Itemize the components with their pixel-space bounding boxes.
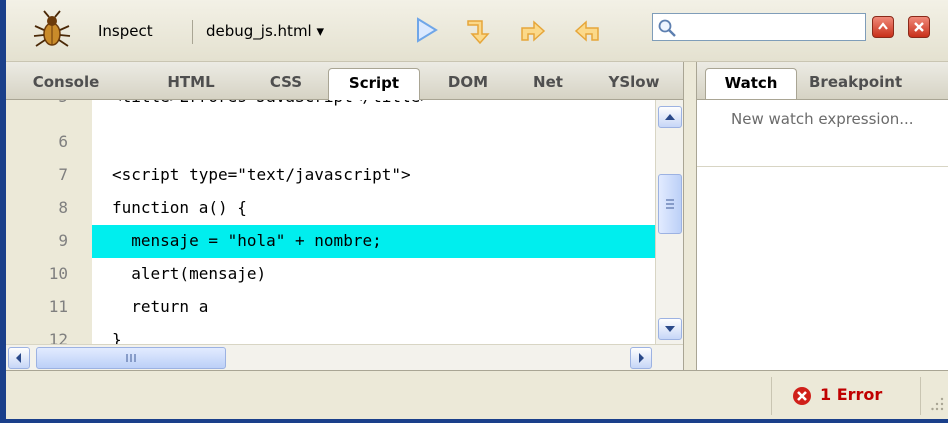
script-source-panel[interactable]: 5 <title>Errores JavaScript</title> 6 7 …	[6, 100, 655, 344]
vertical-scrollbar[interactable]	[655, 100, 683, 344]
tab-breakpoints[interactable]: Breakpoint	[809, 68, 948, 99]
main-tab-bar: Console HTML CSS Script DOM Net YSlow	[6, 62, 683, 100]
chevron-down-icon: ▾	[316, 22, 325, 40]
toolbar: Inspect debug_js.html ▾	[6, 0, 948, 62]
line-source: alert(mensaje)	[112, 264, 267, 283]
resize-grip-icon[interactable]	[931, 395, 945, 411]
arrow-right-icon	[639, 353, 644, 363]
line-number[interactable]: 7	[6, 165, 88, 184]
continue-icon[interactable]	[410, 14, 442, 46]
arrow-down-icon	[665, 326, 675, 332]
watch-panel: New watch expression...	[697, 100, 948, 370]
watch-separator	[697, 166, 948, 167]
grip-icon	[126, 354, 136, 362]
file-selector[interactable]: debug_js.html ▾	[206, 22, 324, 40]
line-number[interactable]: 5	[6, 100, 88, 106]
error-indicator[interactable]: 1 Error	[771, 377, 921, 415]
line-source: function a() {	[112, 198, 247, 217]
code-line: 5 <title>Errores JavaScript</title>	[6, 100, 655, 114]
code-line: 12 }	[6, 324, 655, 344]
arrow-up-icon	[665, 114, 675, 120]
line-source: return a	[112, 297, 209, 316]
step-into-icon[interactable]	[516, 14, 548, 46]
minimize-icon	[878, 22, 888, 30]
scroll-up-button[interactable]	[658, 106, 682, 128]
line-number[interactable]: 10	[6, 264, 88, 283]
line-number[interactable]: 8	[6, 198, 88, 217]
line-source: }	[112, 330, 122, 344]
search-icon	[658, 19, 676, 37]
line-number[interactable]: 11	[6, 297, 88, 316]
tab-css[interactable]: CSS	[256, 68, 316, 100]
code-line-highlighted: 9 mensaje = "hola" + nombre;	[6, 225, 655, 258]
inspect-button[interactable]: Inspect	[98, 22, 153, 40]
code-line: 6	[6, 126, 655, 159]
line-source: <title>Errores JavaScript</title>	[92, 100, 655, 114]
code-line: 10 alert(mensaje)	[6, 258, 655, 291]
tab-net[interactable]: Net	[522, 68, 574, 100]
line-source	[92, 126, 655, 159]
scroll-down-button[interactable]	[658, 318, 682, 340]
line-number[interactable]: 6	[6, 132, 88, 151]
tab-watch[interactable]: Watch	[705, 68, 797, 99]
toolbar-separator	[192, 20, 193, 44]
tab-script[interactable]: Script	[328, 68, 420, 100]
horizontal-scrollbar[interactable]	[6, 344, 683, 370]
new-watch-expression[interactable]: New watch expression...	[731, 108, 931, 131]
code-line: 8 function a() {	[6, 192, 655, 225]
tab-console[interactable]: Console	[16, 68, 116, 100]
tab-html[interactable]: HTML	[156, 68, 226, 100]
side-tab-bar: Watch Breakpoint	[697, 62, 948, 100]
panel-splitter[interactable]	[683, 62, 697, 370]
line-source: <script type="text/javascript">	[112, 165, 411, 184]
file-selector-label: debug_js.html	[206, 22, 312, 40]
code-line: 7 <script type="text/javascript">	[6, 159, 655, 192]
line-source: mensaje = "hola" + nombre;	[92, 225, 655, 258]
horizontal-scroll-thumb[interactable]	[36, 347, 226, 369]
vertical-scroll-thumb[interactable]	[658, 174, 682, 234]
error-icon	[793, 387, 811, 405]
line-number[interactable]: 12	[6, 330, 88, 344]
line-number[interactable]: 9	[6, 231, 88, 250]
scroll-left-button[interactable]	[8, 347, 30, 369]
error-count: 1 Error	[820, 385, 883, 404]
minimize-button[interactable]	[872, 16, 894, 38]
tab-dom[interactable]: DOM	[436, 68, 500, 100]
close-icon	[914, 22, 924, 32]
arrow-left-icon	[16, 353, 21, 363]
step-over-icon[interactable]	[462, 14, 494, 46]
status-bar: 1 Error	[6, 370, 948, 419]
step-out-icon[interactable]	[572, 14, 604, 46]
grip-icon	[666, 199, 674, 209]
code-line: 11 return a	[6, 291, 655, 324]
scroll-right-button[interactable]	[630, 347, 652, 369]
search-input[interactable]	[652, 13, 866, 41]
close-button[interactable]	[908, 16, 930, 38]
firebug-icon[interactable]	[32, 10, 72, 50]
tab-yslow[interactable]: YSlow	[596, 68, 672, 100]
